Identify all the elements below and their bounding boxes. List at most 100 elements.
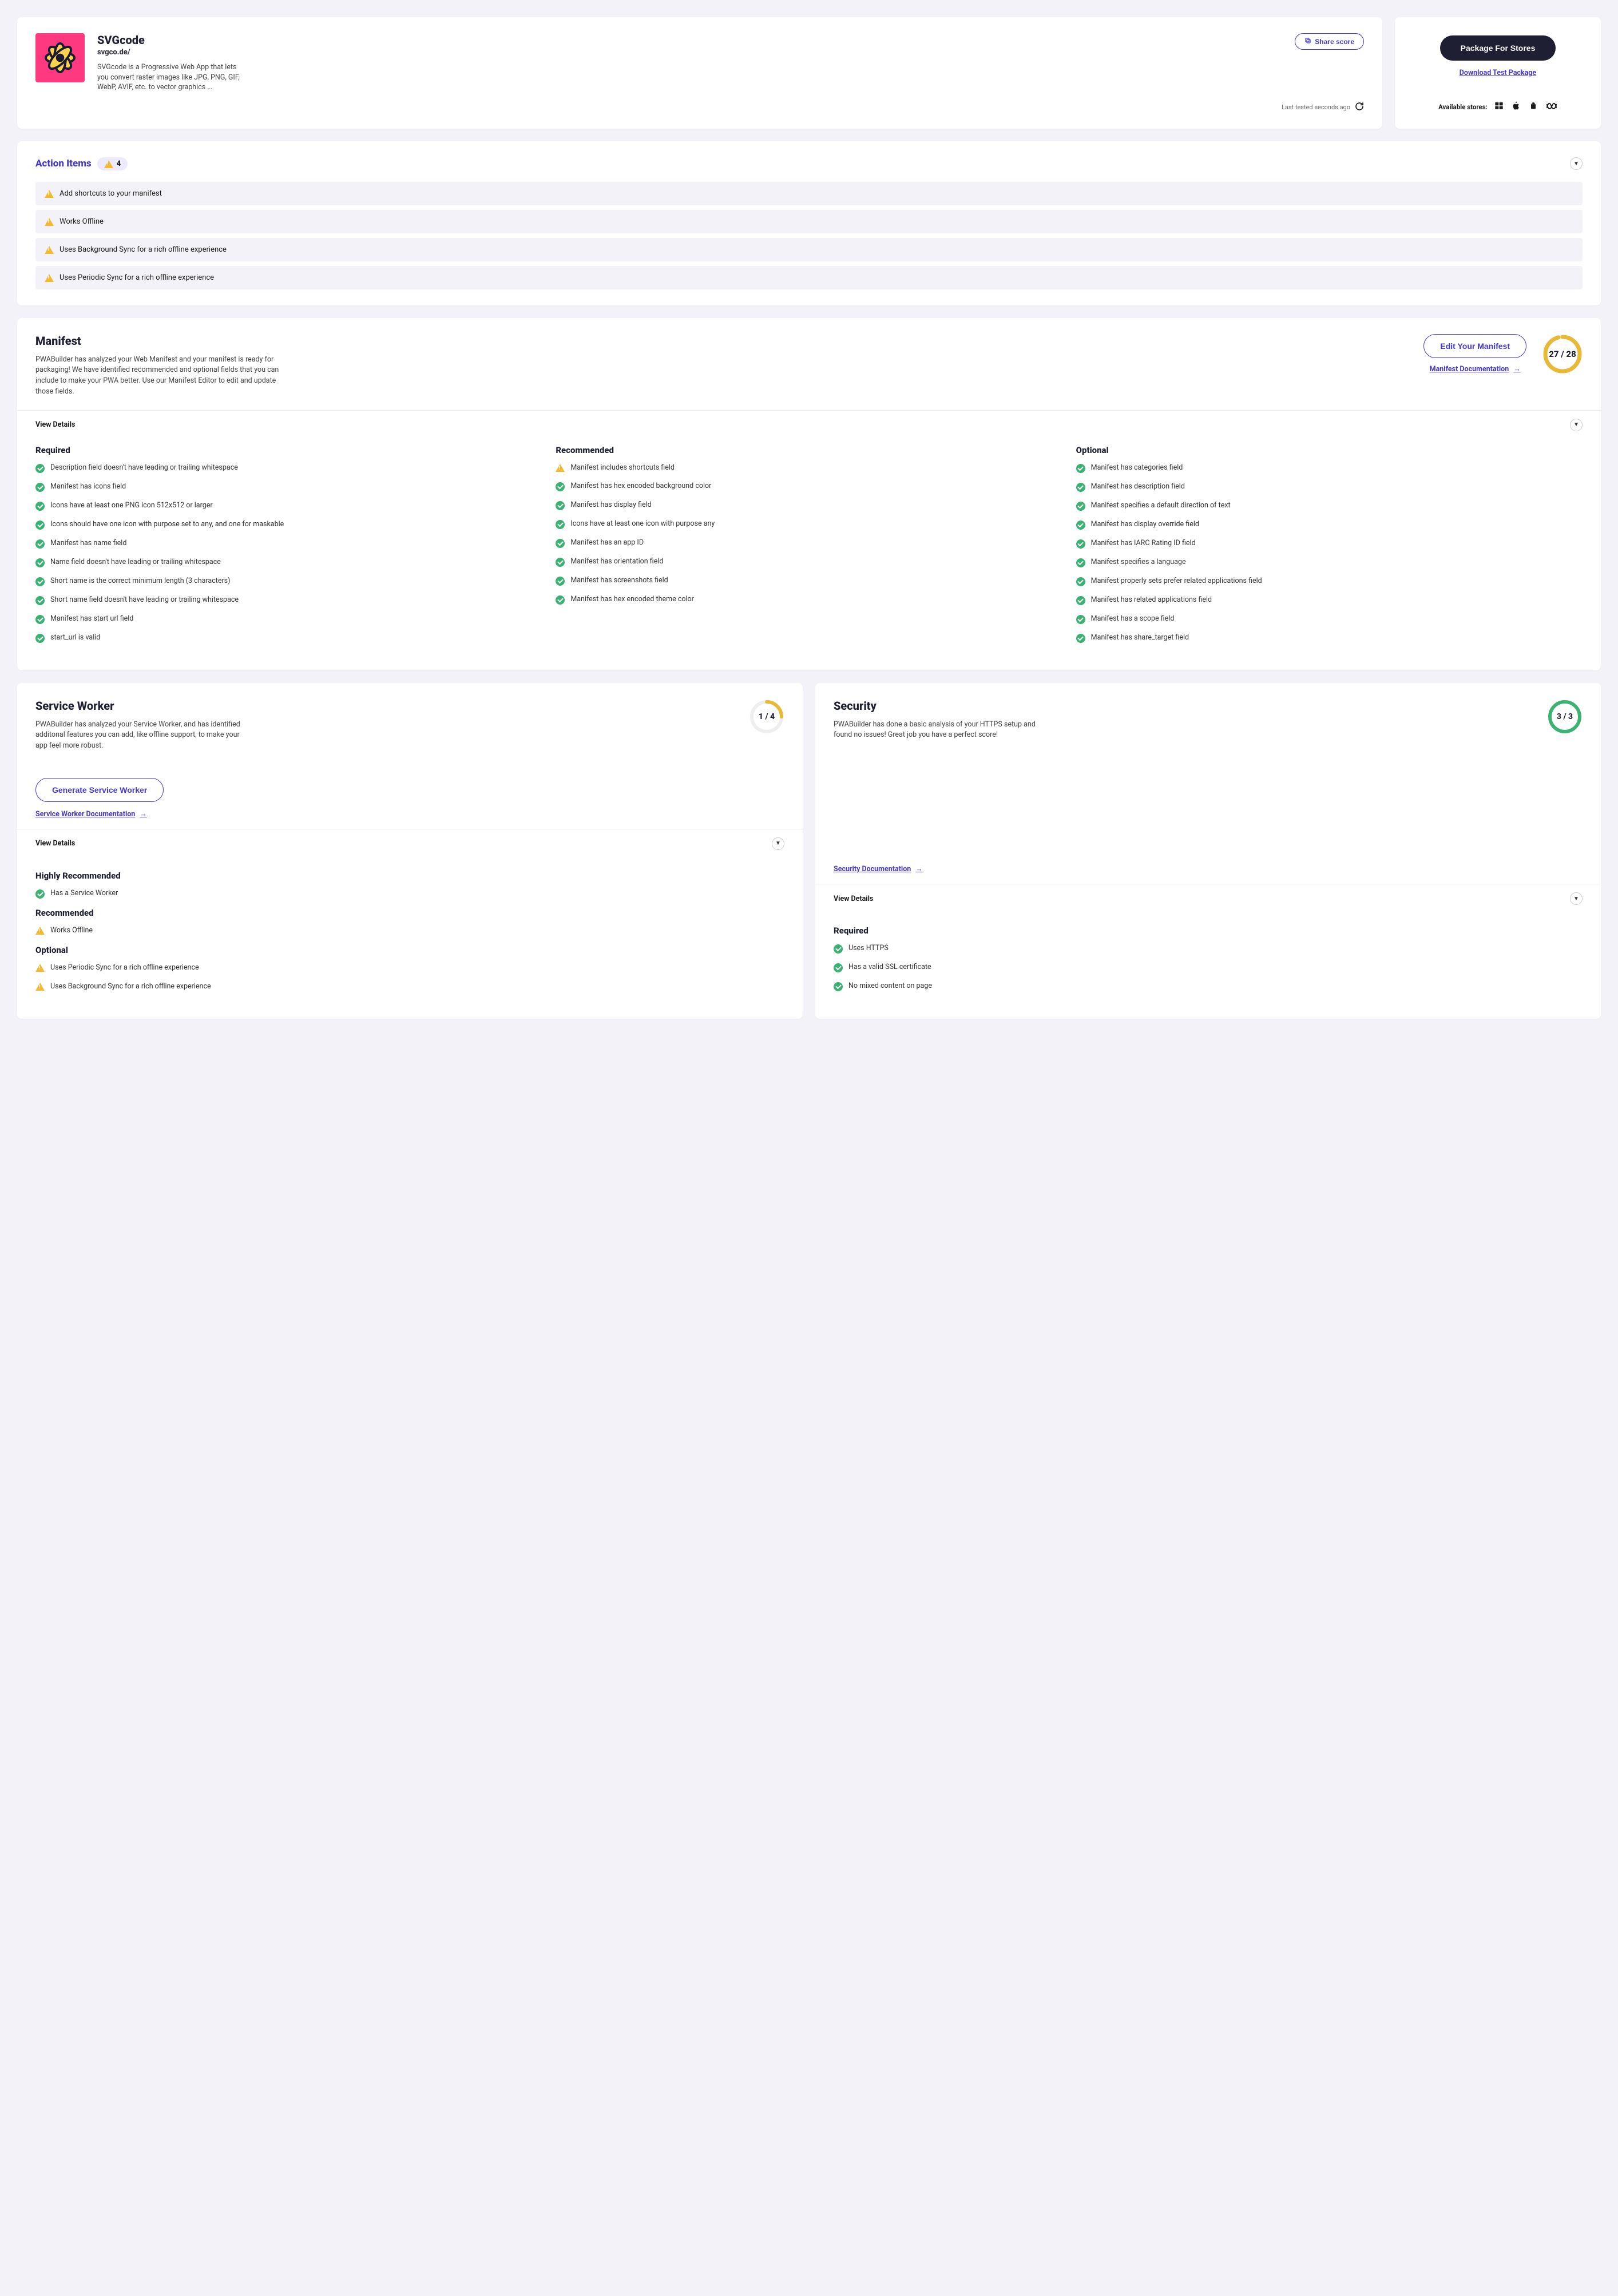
manifest-check-item: Manifest has a scope field (1076, 614, 1583, 624)
action-item[interactable]: Uses Background Sync for a rich offline … (35, 238, 1583, 261)
check-icon (35, 889, 45, 899)
share-score-button[interactable]: Share score (1295, 33, 1364, 50)
check-icon (35, 596, 45, 605)
action-item[interactable]: Works Offline (35, 210, 1583, 233)
meta-store-icon[interactable] (1546, 101, 1557, 113)
check-item: Uses Periodic Sync for a rich offline ex… (35, 963, 784, 973)
warning-icon (45, 274, 54, 282)
manifest-check-item: Manifest has categories field (1076, 463, 1583, 473)
check-icon (1076, 483, 1085, 492)
action-item-text: Uses Periodic Sync for a rich offline ex… (60, 273, 214, 282)
warning-icon (45, 190, 54, 198)
check-icon (556, 558, 565, 567)
manifest-documentation-link[interactable]: Manifest Documentation → (1430, 365, 1521, 374)
check-icon (1076, 464, 1085, 473)
manifest-check-item: Manifest has screenshots field (556, 576, 1062, 586)
warning-icon (104, 160, 113, 168)
manifest-check-item: Manifest has description field (1076, 482, 1583, 492)
apple-store-icon[interactable] (1512, 101, 1521, 113)
security-score-ring: 3 / 3 (1547, 699, 1583, 734)
check-icon (1076, 577, 1085, 586)
chevron-down-icon[interactable]: ▼ (772, 837, 784, 850)
package-for-stores-button[interactable]: Package For Stores (1440, 35, 1556, 61)
manifest-title: Manifest (35, 334, 1407, 348)
check-item: Uses HTTPS (834, 944, 1583, 954)
app-url[interactable]: svgco.de/ (97, 48, 246, 57)
action-items-title: Action Items (35, 158, 92, 169)
check-icon (1076, 634, 1085, 643)
manifest-check-item: Manifest has IARC Rating ID field (1076, 539, 1583, 549)
check-icon (556, 539, 565, 548)
download-test-package-link[interactable]: Download Test Package (1460, 69, 1536, 77)
security-title: Security (834, 699, 1536, 713)
check-item: No mixed content on page (834, 982, 1583, 991)
arrow-right-icon: → (140, 810, 147, 819)
security-view-details[interactable]: View Details (834, 895, 873, 903)
check-item: Works Offline (35, 926, 784, 936)
group-heading: Optional (35, 945, 784, 955)
group-heading: Highly Recommended (35, 871, 784, 881)
check-icon (1076, 615, 1085, 624)
collapse-icon[interactable]: ▼ (1570, 157, 1583, 170)
action-item[interactable]: Add shortcuts to your manifest (35, 182, 1583, 205)
action-item[interactable]: Uses Periodic Sync for a rich offline ex… (35, 266, 1583, 289)
check-icon (834, 944, 843, 954)
check-item: Has a valid SSL certificate (834, 963, 1583, 972)
manifest-check-item: Manifest has icons field (35, 482, 542, 492)
check-icon (35, 558, 45, 567)
android-store-icon[interactable] (1529, 101, 1538, 113)
required-heading: Required (35, 445, 542, 455)
manifest-check-item: Manifest has display override field (1076, 520, 1583, 530)
security-documentation-link[interactable]: Security Documentation → (834, 865, 923, 873)
sw-score-ring: 1 / 4 (749, 699, 784, 734)
chevron-down-icon[interactable]: ▼ (1570, 892, 1583, 905)
sw-description: PWABuilder has analyzed your Service Wor… (35, 720, 241, 752)
check-icon (35, 539, 45, 549)
manifest-card: Manifest PWABuilder has analyzed your We… (17, 318, 1601, 670)
sw-documentation-link[interactable]: Service Worker Documentation → (35, 810, 147, 819)
check-icon (556, 595, 565, 605)
check-icon (1076, 596, 1085, 605)
check-icon (35, 502, 45, 511)
manifest-check-item: Manifest has orientation field (556, 557, 1062, 567)
manifest-check-item: Short name is the correct minimum length… (35, 577, 542, 586)
manifest-score: 27 / 28 (1542, 334, 1583, 374)
manifest-view-details[interactable]: View Details (35, 420, 75, 429)
check-icon (35, 464, 45, 473)
manifest-check-item: Manifest specifies a default direction o… (1076, 501, 1583, 511)
sw-title: Service Worker (35, 699, 737, 713)
warning-icon (35, 983, 45, 991)
refresh-icon[interactable] (1355, 102, 1364, 113)
manifest-check-item: Manifest includes shortcuts field (556, 463, 1062, 473)
check-icon (834, 963, 843, 972)
check-icon (35, 521, 45, 530)
check-icon (35, 483, 45, 492)
app-description: SVGcode is a Progressive Web App that le… (97, 62, 246, 93)
edit-manifest-button[interactable]: Edit Your Manifest (1423, 334, 1526, 358)
security-card: Security PWABuilder has done a basic ana… (815, 683, 1601, 1019)
warning-icon (35, 964, 45, 972)
action-item-text: Add shortcuts to your manifest (60, 189, 162, 198)
warning-icon (556, 464, 565, 472)
manifest-check-item: Short name field doesn't have leading or… (35, 595, 542, 605)
check-icon (834, 982, 843, 991)
available-stores-label: Available stores: (1438, 103, 1488, 111)
windows-store-icon[interactable] (1494, 101, 1504, 113)
security-score: 3 / 3 (1547, 699, 1583, 734)
check-icon (1076, 558, 1085, 567)
chevron-down-icon[interactable]: ▼ (1570, 419, 1583, 431)
generate-service-worker-button[interactable]: Generate Service Worker (35, 778, 164, 802)
check-icon (556, 501, 565, 510)
sw-view-details[interactable]: View Details (35, 839, 75, 848)
manifest-check-item: Manifest has start url field (35, 614, 542, 624)
manifest-check-item: start_url is valid (35, 633, 542, 643)
check-icon (35, 634, 45, 643)
manifest-check-item: Icons should have one icon with purpose … (35, 520, 542, 530)
recommended-heading: Recommended (556, 445, 1062, 455)
group-heading: Recommended (35, 908, 784, 918)
manifest-description: PWABuilder has analyzed your Web Manifes… (35, 355, 287, 398)
check-icon (556, 577, 565, 586)
security-description: PWABuilder has done a basic analysis of … (834, 720, 1040, 741)
check-icon (35, 615, 45, 624)
check-item: Uses Background Sync for a rich offline … (35, 982, 784, 992)
